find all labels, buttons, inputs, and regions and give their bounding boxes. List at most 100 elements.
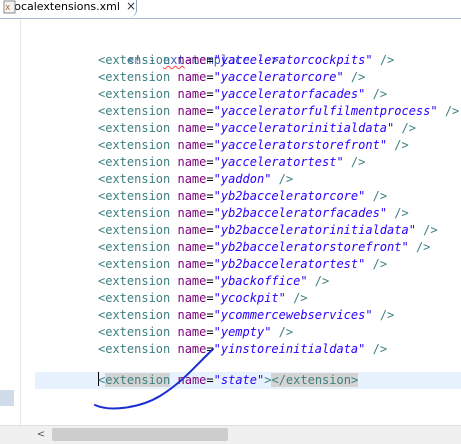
extension-name: yacceleratorinitialdata [220,121,388,135]
close-icon[interactable]: × [126,0,136,13]
tag-self-close: /> [271,325,294,339]
attr-name: name [177,104,207,118]
extension-name: yacceleratorcockpits [220,53,366,67]
comment-line: <!-- ext-template --> [98,35,279,67]
attr-eq: = [206,189,214,203]
extension-line[interactable]: <extension name="yacceleratorfulfilmentp… [98,103,459,120]
extension-name: yacceleratorfacades [220,87,359,101]
extension-name: yacceleratorstorefront [220,138,380,152]
extension-name: ycockpit [220,291,279,305]
tab-title: *localextensions.xml [5,0,120,13]
extension-name: yb2bacceleratorfacades [220,206,380,220]
attr-name: name [177,121,207,135]
current-tag-name: extension [105,373,171,387]
extension-line[interactable]: <extension name="yacceleratortest" /> [98,154,365,171]
tag-self-close: /> [372,308,395,322]
extension-name-value: "yb2bacceleratorstorefront" [213,240,409,254]
current-value: "state" [213,373,265,387]
tag-self-close: /> [343,155,366,169]
extension-line[interactable]: <extension name="yb2bacceleratortest" /> [98,256,387,273]
attr-eq: = [206,155,214,169]
current-close-tag: </extension> [271,373,359,387]
tag-open: <extension [98,240,171,254]
extension-name-value: "yb2bacceleratortest" [213,257,366,271]
extension-name: yaddon [220,172,265,186]
extension-name: yb2bacceleratorcore [220,189,359,203]
attr-name: name [177,223,207,237]
extension-line[interactable]: <extension name="yempty" /> [98,324,293,341]
extension-line[interactable]: <extension name="yaddon" /> [98,171,293,188]
tag-open: <extension [98,325,171,339]
tag-self-close: /> [343,70,366,84]
extension-line[interactable]: <extension name="yacceleratorcockpits" /… [98,52,394,69]
current-line-marker [0,390,14,406]
extension-name-value: "yacceleratorstorefront" [213,138,388,152]
extension-name-value: "yb2bacceleratorcore" [213,189,366,203]
attr-eq: = [206,121,214,135]
extension-name: yb2bacceleratorstorefront [220,240,402,254]
attr-eq: = [206,87,214,101]
horizontal-scrollbar[interactable]: < [0,425,461,444]
attr-eq: = [206,274,214,288]
attr-name: name [177,291,207,305]
tag-self-close: /> [387,206,409,220]
extension-line[interactable]: <extension name="yb2bacceleratorinitiald… [98,222,438,239]
tag-open: <extension [98,342,171,356]
extension-line[interactable]: <extension name="yacceleratorcore" /> [98,69,365,86]
attr-name: name [177,257,207,271]
tag-self-close: /> [387,138,409,152]
extension-name: yb2bacceleratortest [220,257,359,271]
attr-name: name [177,240,207,254]
xml-editor[interactable]: <!-- ext-template --> <extension name="y… [21,19,461,425]
extension-line[interactable]: <extension name="yb2bacceleratorfacades"… [98,205,409,222]
tag-open: <extension [98,308,171,322]
tag-self-close: /> [365,87,388,101]
extension-name: ybackoffice [220,274,301,288]
svg-text:X: X [5,4,10,12]
extension-line[interactable]: <extension name="yacceleratorfacades" /> [98,86,387,103]
tag-self-close: /> [408,240,431,254]
tag-open: <extension [98,53,171,67]
extension-line[interactable]: <extension name="ybackoffice" /> [98,273,329,290]
attr-name: name [177,87,207,101]
extension-name-value: "yempty" [213,325,272,339]
tag-open: <extension [98,172,171,186]
extension-name-value: "yacceleratorcockpits" [213,53,373,67]
attr-name: name [177,274,207,288]
attr-eq: = [206,223,214,237]
tag-open: <extension [98,274,171,288]
scroll-left-arrow[interactable]: < [34,428,48,442]
extension-line[interactable]: <extension name="yb2bacceleratorstorefro… [98,239,430,256]
tag-self-close: /> [365,257,388,271]
tag-self-close: /> [372,53,395,67]
attr-name: name [177,138,207,152]
extension-name-value: "yb2bacceleratorinitialdata" [213,223,416,237]
editor-tab-bar: X *localextensions.xml × [0,0,461,19]
extension-name-value: "yacceleratorfacades" [213,87,366,101]
extension-line[interactable]: <extension name="yb2bacceleratorcore" /> [98,188,387,205]
extension-line[interactable]: <extension name="ycommercewebservices" /… [98,307,394,324]
attr-eq: = [206,53,214,67]
extension-line[interactable]: <extension name="ycockpit" /> [98,290,308,307]
tag-open: <extension [98,121,171,135]
tag-self-close: /> [271,172,294,186]
current-eq: = [206,373,214,387]
tag-open: <extension [98,155,171,169]
attr-eq: = [206,104,214,118]
extension-name-value: "yacceleratorfulfilmentprocess" [213,104,438,118]
attr-name: name [177,53,207,67]
extension-line[interactable]: <extension name="yacceleratorstorefront"… [98,137,409,154]
extension-name: yacceleratorfulfilmentprocess [220,104,431,118]
attr-eq: = [206,138,214,152]
editor-tab[interactable]: X *localextensions.xml × [0,0,137,17]
attr-eq: = [206,172,214,186]
attr-name: name [177,155,207,169]
attr-eq: = [206,70,214,84]
current-line[interactable]: <extension name="state"></extension> [35,372,461,389]
extension-line[interactable]: <extension name="yacceleratorinitialdata… [98,120,416,137]
scroll-thumb[interactable] [52,428,228,441]
tag-self-close: /> [394,121,416,135]
extension-name-value: "yacceleratorcore" [213,70,344,84]
extension-name-value: "yaddon" [213,172,272,186]
extension-line[interactable]: <extension name="yinstoreinitialdata" /> [98,341,387,358]
